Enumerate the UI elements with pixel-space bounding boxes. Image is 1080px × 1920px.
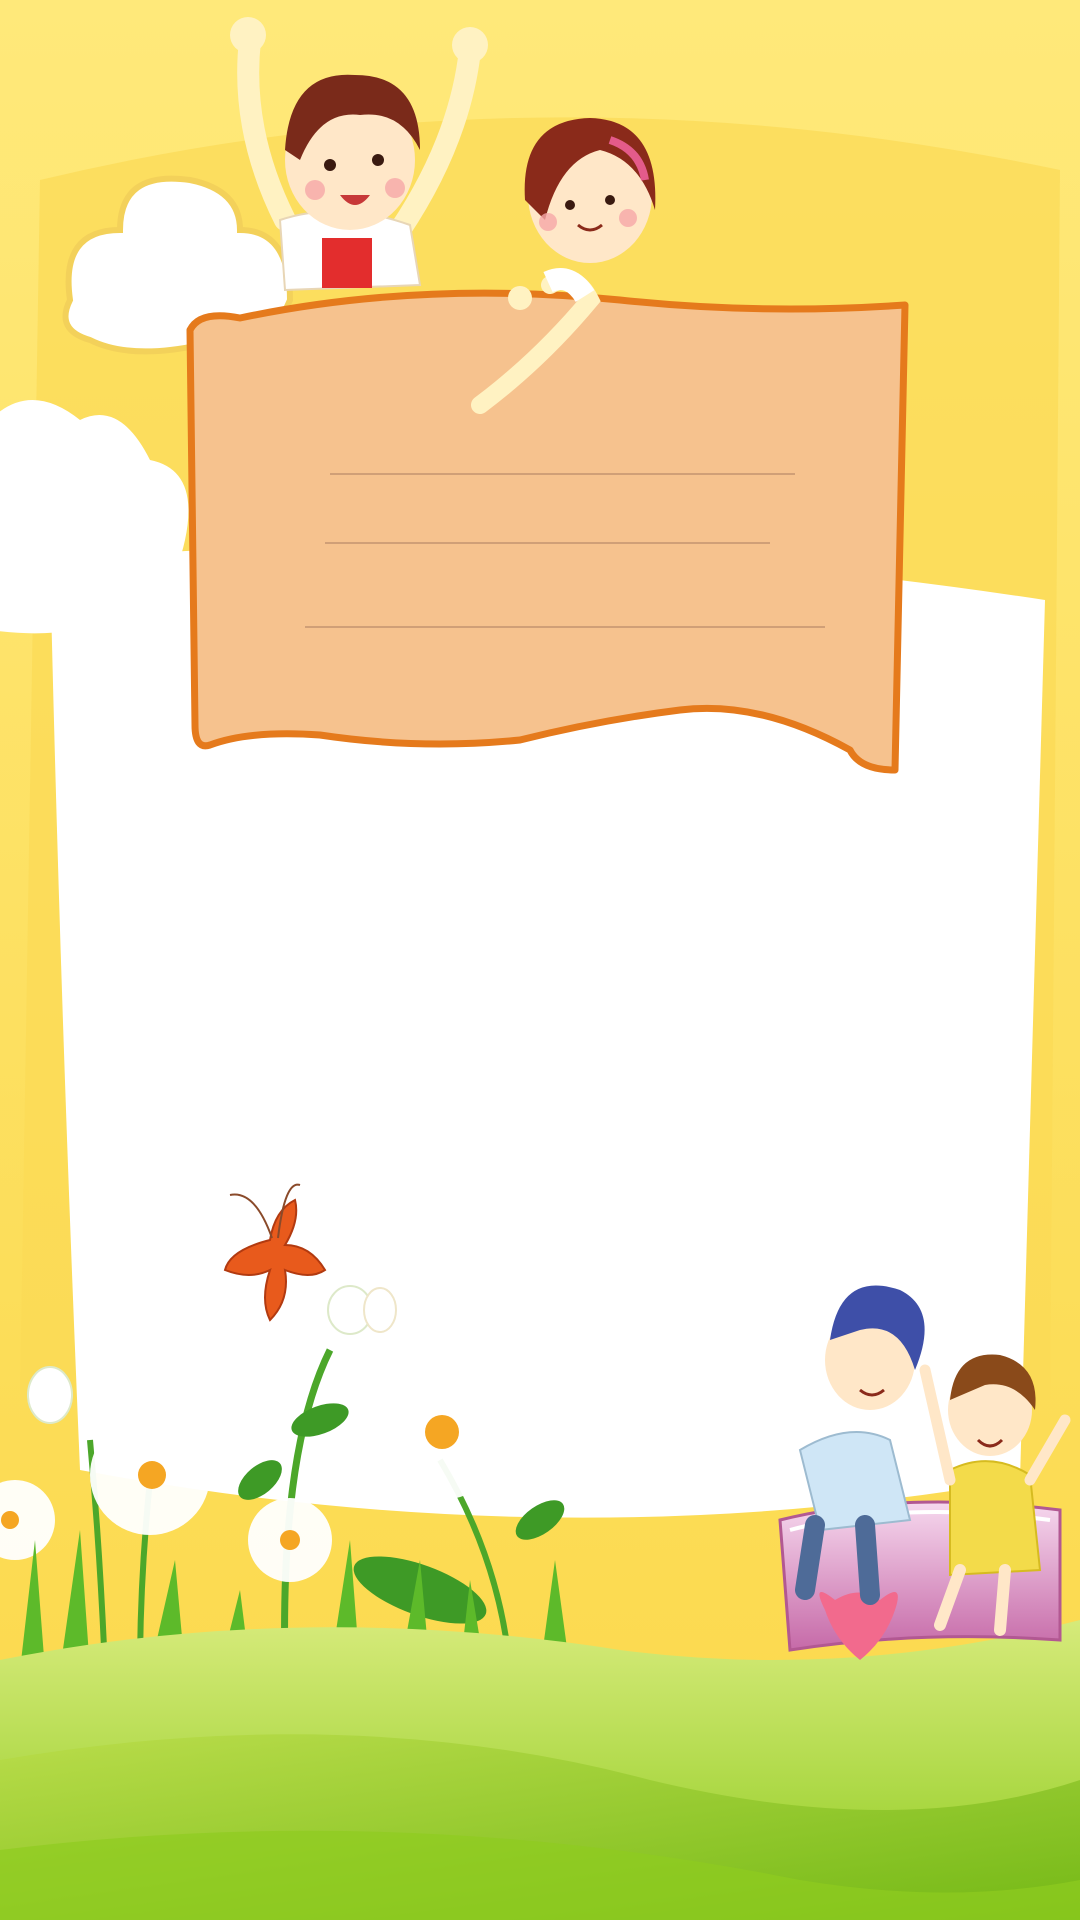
signboard [186,289,909,774]
green-hills [0,1620,1080,1920]
daisy-flower [370,1360,510,1500]
daisy-flower [90,1415,210,1535]
poster-background [0,0,1080,1920]
poster-artwork [0,0,1080,1920]
daisy-flower [248,1498,332,1582]
